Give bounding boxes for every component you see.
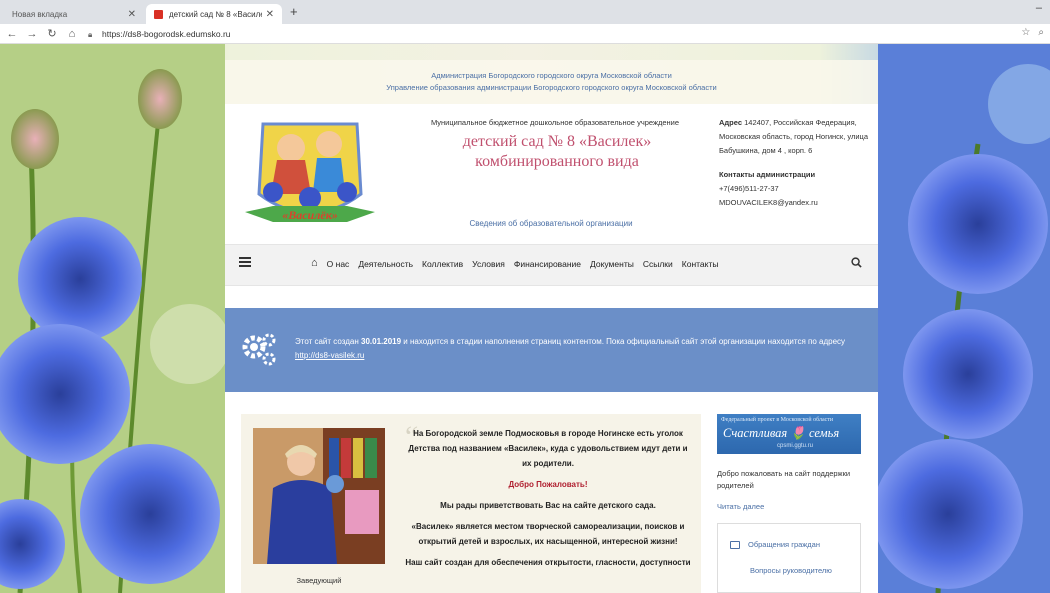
welcome-text: На Богородской земле Подмосковья в город… <box>403 426 693 576</box>
sidebar: Федеральный проект в Московской области … <box>717 414 863 593</box>
email[interactable]: MDOUVACILEK8@yandex.ru <box>719 196 871 210</box>
welcome-paragraph-4: Наш сайт создан для обеспечения открытос… <box>405 558 691 567</box>
welcome-paragraph-3: «Василек» является местом творческой сам… <box>411 522 685 546</box>
address-label: Адрес <box>719 118 743 127</box>
old-site-link[interactable]: http://ds8-vasilek.ru <box>295 351 364 360</box>
director-photo <box>253 428 385 564</box>
welcome-paragraph-2: Мы рады приветствовать Вас на сайте детс… <box>440 501 656 510</box>
tab-active[interactable]: детский сад № 8 «Василек» ком ✕ <box>146 4 282 24</box>
site-top-links: Администрация Богородского городского ок… <box>225 60 878 104</box>
banner-title: Счастливая 🌷 семья <box>723 426 840 440</box>
new-tab-icon[interactable]: + <box>290 4 298 19</box>
browser-tabbar: Новая вкладка ✕ детский сад № 8 «Василек… <box>0 0 1050 24</box>
back-icon[interactable]: ← <box>4 28 20 40</box>
contacts-block: Адрес 142407, Российская Федерация, Моск… <box>719 116 871 210</box>
close-icon[interactable]: ✕ <box>266 9 274 20</box>
star-icon[interactable]: ☆ <box>1021 27 1030 38</box>
read-more-link[interactable]: Читать далее <box>717 502 863 511</box>
web-page: Администрация Богородского городского ок… <box>0 44 1050 593</box>
org-subtitle: Муниципальное бюджетное дошкольное образ… <box>430 118 680 127</box>
logo-image[interactable]: «Василёк» <box>243 114 377 232</box>
zoom-icon[interactable]: ⌕ <box>1038 27 1044 38</box>
nav-menu: ⌂ О нас Деятельность Коллектив Условия Ф… <box>311 257 719 269</box>
notice-text-part1: Этот сайт создан <box>295 337 361 346</box>
home-icon[interactable]: ⌂ <box>64 28 80 40</box>
forward-icon[interactable]: → <box>24 28 40 40</box>
questions-to-director-link[interactable]: Вопросы руководителю <box>750 566 832 575</box>
address-bar[interactable]: 🔒︎ https://ds8-bogorodsk.edumsko.ru <box>88 26 968 42</box>
nav-item-finance[interactable]: Финансирование <box>514 259 581 269</box>
notice-banner: Этот сайт создан 30.01.2019 и находится … <box>225 308 878 392</box>
reload-icon[interactable]: ↻ <box>44 27 60 40</box>
sidebar-links-box: Обращения граждан Вопросы руководителю <box>717 523 861 593</box>
chat-icon <box>730 540 740 549</box>
favicon-icon <box>154 9 163 19</box>
main-navbar: ⌂ О нас Деятельность Коллектив Условия Ф… <box>225 244 878 286</box>
nav-item-staff[interactable]: Коллектив <box>422 259 463 269</box>
nav-item-contacts[interactable]: Контакты <box>682 259 719 269</box>
photo-caption: Заведующий <box>296 576 342 585</box>
cornflowers-left-image <box>0 44 225 593</box>
nav-item-links[interactable]: Ссылки <box>643 259 673 269</box>
minimize-icon[interactable]: – <box>1036 2 1042 14</box>
site-container: Администрация Богородского городского ок… <box>225 60 878 593</box>
browser-toolbar: ← → ↻ ⌂ 🔒︎ https://ds8-bogorodsk.edumsko… <box>0 24 1050 44</box>
tab-title: Новая вкладка <box>12 9 68 19</box>
org-title: детский сад № 8 «Василек» комбинированно… <box>417 132 697 172</box>
admin-link[interactable]: Администрация Богородского городского ок… <box>225 70 878 82</box>
nav-item-about[interactable]: О нас <box>327 259 350 269</box>
welcome-greeting: Добро Пожаловать! <box>508 480 588 489</box>
url-text: https://ds8-bogorodsk.edumsko.ru <box>102 29 231 39</box>
happy-family-banner[interactable]: Федеральный проект в Московской области … <box>717 414 861 454</box>
cornflowers-right-image <box>878 44 1050 593</box>
notice-text-part2: и находится в стадии наполнения страниц … <box>401 337 846 346</box>
org-info-link[interactable]: Сведения об образовательной организации <box>461 219 641 228</box>
tab-title: детский сад № 8 «Василек» ком <box>169 9 262 19</box>
search-icon[interactable] <box>851 257 862 268</box>
banner-url: cpsmi.ggtu.ru <box>777 443 814 449</box>
welcome-paragraph-1: На Богородской земле Подмосковья в город… <box>408 429 688 468</box>
sidebar-text: Добро пожаловать на сайт поддержки родит… <box>717 469 851 490</box>
phone[interactable]: +7(496)511-27-37 <box>719 182 871 196</box>
address-text: 142407, Российская Федерация, Московская… <box>719 118 868 155</box>
nav-item-conditions[interactable]: Условия <box>472 259 505 269</box>
education-dept-link[interactable]: Управление образования администрации Бог… <box>225 82 878 94</box>
contacts-label: Контакты администрации <box>719 170 816 179</box>
notice-text: Этот сайт создан 30.01.2019 и находится … <box>295 335 865 363</box>
home-icon[interactable]: ⌂ <box>311 257 318 269</box>
org-title-line2: комбинированного вида <box>475 153 639 170</box>
banner-top-text: Федеральный проект в Московской области <box>721 417 834 423</box>
menu-icon[interactable] <box>239 257 251 267</box>
notice-date: 30.01.2019 <box>361 337 402 346</box>
gears-icon <box>242 333 276 366</box>
close-icon[interactable]: ✕ <box>128 9 136 20</box>
lock-icon: 🔒︎ <box>88 30 93 39</box>
nav-item-documents[interactable]: Документы <box>590 259 634 269</box>
citizen-appeals-label: Обращения граждан <box>748 540 820 549</box>
logo-text: «Василёк» <box>282 208 338 222</box>
citizen-appeals-link[interactable]: Обращения граждан <box>730 540 820 549</box>
org-title-line1: детский сад № 8 «Василек» <box>462 133 652 150</box>
nav-item-activity[interactable]: Деятельность <box>358 259 413 269</box>
content-area: Заведующий “ На Богородской земле Подмос… <box>225 414 878 593</box>
welcome-box: Заведующий “ На Богородской земле Подмос… <box>241 414 701 593</box>
tab-new[interactable]: Новая вкладка ✕ <box>4 4 144 24</box>
site-header: «Василёк» Муниципальное бюджетное дошкол… <box>225 104 878 244</box>
